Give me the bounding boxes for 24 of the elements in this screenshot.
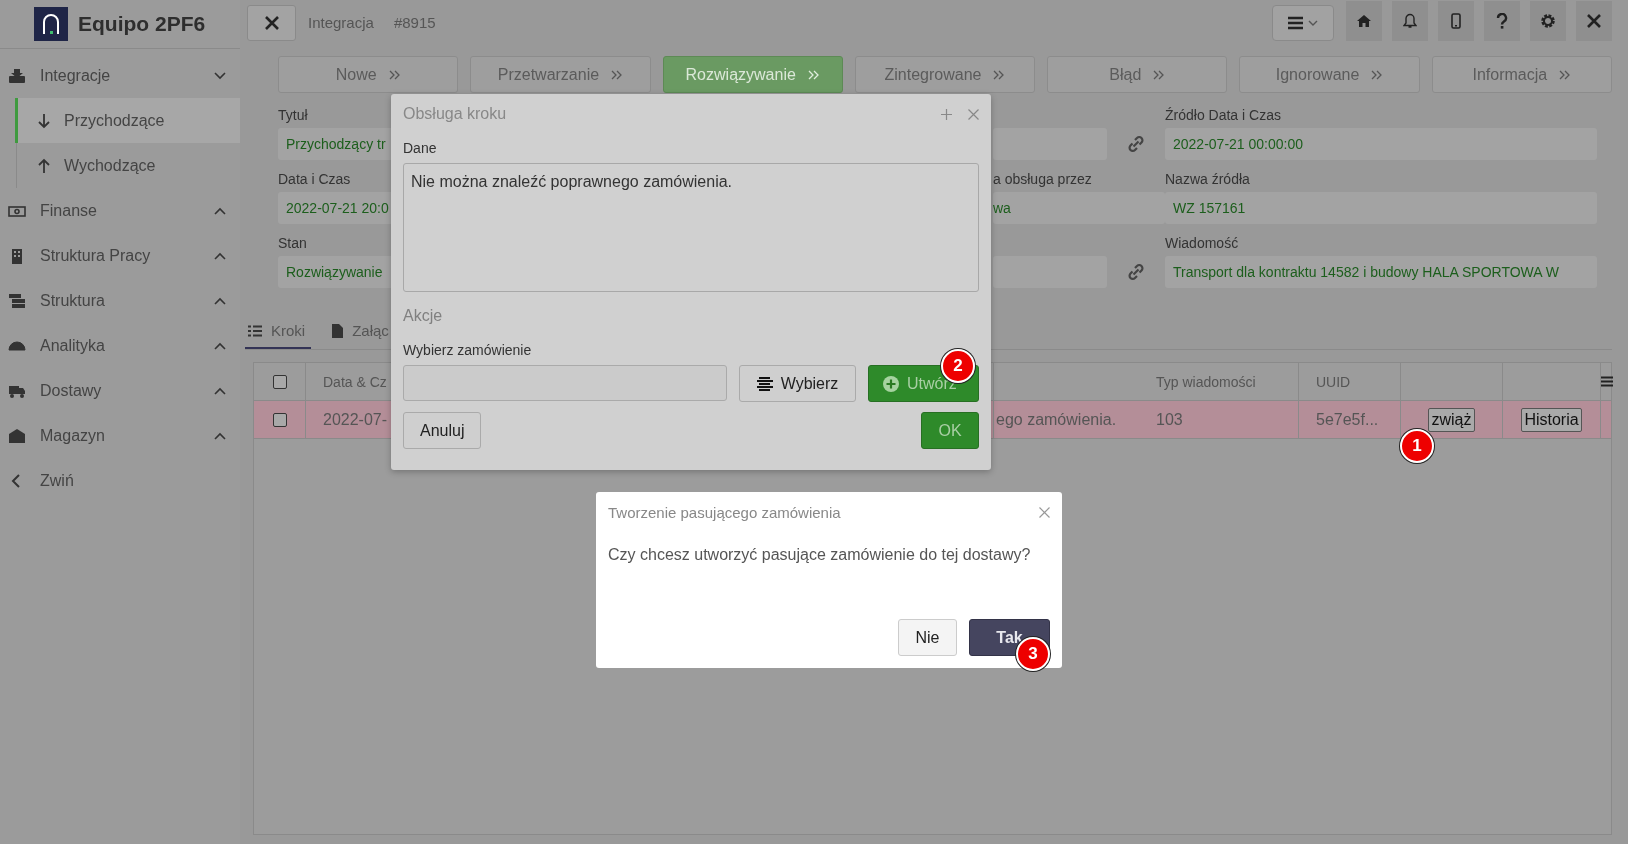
field-value: wa <box>993 192 1165 224</box>
app-name: Equipo 2PF6 <box>78 12 206 36</box>
field-label: Źródło Data i Czas <box>1165 107 1281 123</box>
field-label: Data i Czas <box>278 171 351 187</box>
field-label: Dane <box>403 140 438 156</box>
field-label: Nazwa źródła <box>1165 171 1250 187</box>
field-label: Stan <box>278 235 307 251</box>
field-label: Tytuł <box>278 107 308 123</box>
dialog-title: Tworzenie pasującego zamówienia <box>608 503 842 521</box>
table-cell: 5e7e5f... <box>1316 410 1379 429</box>
table-cell: 103 <box>1156 410 1183 429</box>
field-value: Transport dla kontraktu 14582 i budowy HALA SPORTOWA W <box>1165 256 1597 288</box>
field-label: a obsługa przez <box>993 171 1092 187</box>
field-value: 2022-07-21 00:00:00 <box>1165 128 1597 160</box>
field-label: Wybierz zamówienie <box>403 342 533 358</box>
section-heading: Akcje <box>403 307 444 325</box>
dialog-title: Obsługa kroku <box>403 105 508 123</box>
table-cell: ego zamówienia. <box>996 410 1117 429</box>
record-number: #8915 <box>393 14 436 31</box>
table-cell: 2022-07- <box>323 410 388 429</box>
field-label: Wiadomość <box>1165 235 1239 251</box>
dialog-message: Czy chcesz utworzyć pasujące zamówienie do tej dostawy? <box>608 546 1032 564</box>
field-value: WZ 157161 <box>1165 192 1597 224</box>
page-title: Integracja <box>308 14 374 31</box>
